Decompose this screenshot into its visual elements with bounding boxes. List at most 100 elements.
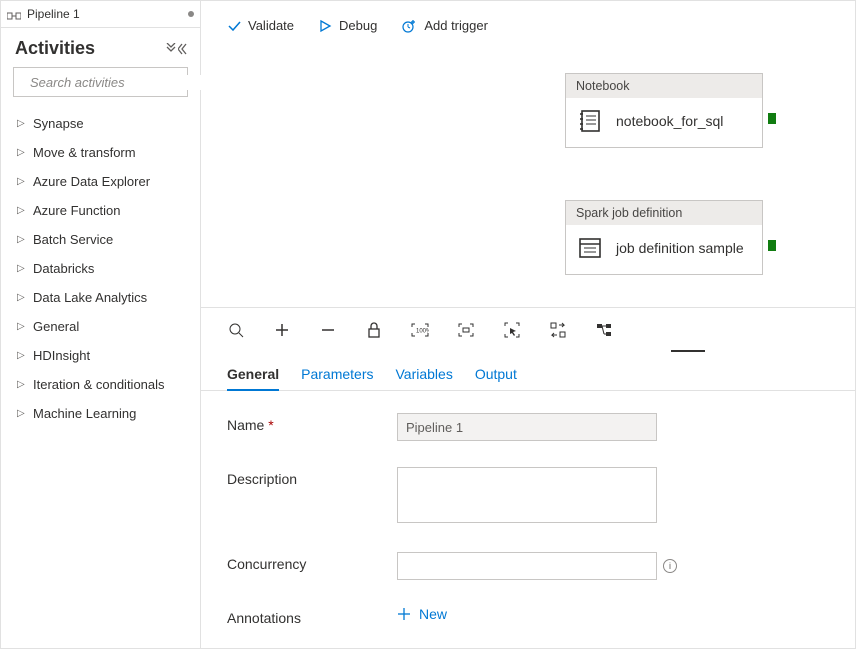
tab-parameters[interactable]: Parameters [301,366,373,390]
chevron-right-icon: ▷ [17,176,25,187]
svg-text:100%: 100% [416,328,429,334]
activities-header: Activities [1,28,200,65]
info-icon[interactable]: i [663,559,677,573]
canvas-toolbar: Validate Debug Add trigger [201,1,855,51]
category-hdinsight[interactable]: ▷ HDInsight [7,341,194,370]
node-notebook[interactable]: Notebook notebook_for_sql [565,73,763,148]
category-move-transform[interactable]: ▷ Move & transform [7,138,194,167]
category-azure-data-explorer[interactable]: ▷ Azure Data Explorer [7,167,194,196]
chevron-right-icon: ▷ [17,234,25,245]
concurrency-label: Concurrency [227,552,397,572]
job-definition-icon [576,234,604,262]
auto-align-icon[interactable] [549,321,567,339]
node-notebook-head: Notebook [566,74,762,98]
category-label: Iteration & conditionals [33,377,165,392]
category-databricks[interactable]: ▷ Databricks [7,254,194,283]
pipeline-canvas[interactable]: Notebook notebook_for_sql Spark job defi… [201,51,855,307]
name-label: Name * [227,413,397,433]
check-icon [227,19,241,33]
chevron-right-icon: ▷ [17,118,25,129]
tab-variables[interactable]: Variables [396,366,453,390]
node-spark-head: Spark job definition [566,201,762,225]
properties-form: Name * Description Concurrency i Annotat… [201,391,855,648]
search-input[interactable] [30,75,208,90]
plus-icon [397,607,411,621]
connector-success[interactable] [768,113,776,124]
app-root: Pipeline 1 Activities ▷ Synapse ▷ Move & t… [0,0,856,649]
category-general[interactable]: ▷ General [7,312,194,341]
notebook-icon [576,107,604,135]
layout-icon[interactable] [595,321,613,339]
category-label: General [33,319,79,334]
category-label: Synapse [33,116,84,131]
new-label: New [419,606,447,622]
node-notebook-body: notebook_for_sql [566,98,762,147]
trigger-icon [401,18,417,34]
activity-category-list: ▷ Synapse ▷ Move & transform ▷ Azure Data E… [1,105,200,432]
category-label: Machine Learning [33,406,136,421]
zoom-100-icon[interactable]: 100% [411,321,429,339]
fit-screen-icon[interactable] [457,321,475,339]
debug-button[interactable]: Debug [318,18,377,33]
category-label: Azure Function [33,203,120,218]
chevron-right-icon: ▷ [17,379,25,390]
category-label: Databricks [33,261,94,276]
debug-label: Debug [339,18,377,33]
zoom-in-icon[interactable] [273,321,291,339]
annotations-label: Annotations [227,606,397,626]
left-panel: Pipeline 1 Activities ▷ Synapse ▷ Move & t… [1,1,201,648]
lock-icon[interactable] [365,321,383,339]
node-spark-label: job definition sample [616,240,744,256]
category-iteration-conditionals[interactable]: ▷ Iteration & conditionals [7,370,194,399]
required-asterisk: * [268,417,273,433]
collapse-chevrons[interactable] [166,43,188,55]
chevron-right-icon: ▷ [17,147,25,158]
name-input[interactable] [397,413,657,441]
chevron-right-icon: ▷ [17,408,25,419]
select-icon[interactable] [503,321,521,339]
category-label: Azure Data Explorer [33,174,150,189]
category-label: Batch Service [33,232,113,247]
tab-general[interactable]: General [227,366,279,391]
category-data-lake-analytics[interactable]: ▷ Data Lake Analytics [7,283,194,312]
search-wrapper [1,65,200,105]
description-input[interactable] [397,467,657,523]
category-label: Data Lake Analytics [33,290,147,305]
canvas-zoom-toolbar: 100% [201,307,855,351]
tab-output[interactable]: Output [475,366,517,390]
chevron-right-icon: ▷ [17,263,25,274]
new-annotation-button[interactable]: New [397,606,829,622]
category-label: Move & transform [33,145,136,160]
play-icon [318,19,332,33]
node-spark-body: job definition sample [566,225,762,274]
validate-button[interactable]: Validate [227,18,294,33]
chevron-right-icon: ▷ [17,205,25,216]
validate-label: Validate [248,18,294,33]
tab-title[interactable]: Pipeline 1 [27,7,182,21]
chevron-right-icon: ▷ [17,350,25,361]
category-machine-learning[interactable]: ▷ Machine Learning [7,399,194,428]
properties-tabs: General Parameters Variables Output [201,351,855,391]
connector-success[interactable] [768,240,776,251]
description-label: Description [227,467,397,487]
tab-dirty-indicator [188,11,194,17]
chevron-right-icon: ▷ [17,321,25,332]
chevron-right-icon: ▷ [17,292,25,303]
editor-tab-bar: Pipeline 1 [1,1,200,28]
category-azure-function[interactable]: ▷ Azure Function [7,196,194,225]
right-panel: Validate Debug Add trigger Notebook note… [201,1,855,648]
zoom-out-icon[interactable] [319,321,337,339]
node-notebook-label: notebook_for_sql [616,113,723,129]
concurrency-input[interactable] [397,552,657,580]
zoom-search-icon[interactable] [227,321,245,339]
node-spark-job[interactable]: Spark job definition job definition samp… [565,200,763,275]
activities-title: Activities [15,38,166,59]
category-synapse[interactable]: ▷ Synapse [7,109,194,138]
panel-resize-handle[interactable] [671,350,705,352]
category-label: HDInsight [33,348,90,363]
add-trigger-button[interactable]: Add trigger [401,18,488,34]
search-box[interactable] [13,67,188,97]
category-batch-service[interactable]: ▷ Batch Service [7,225,194,254]
pipeline-icon [7,9,21,19]
add-trigger-label: Add trigger [424,18,488,33]
